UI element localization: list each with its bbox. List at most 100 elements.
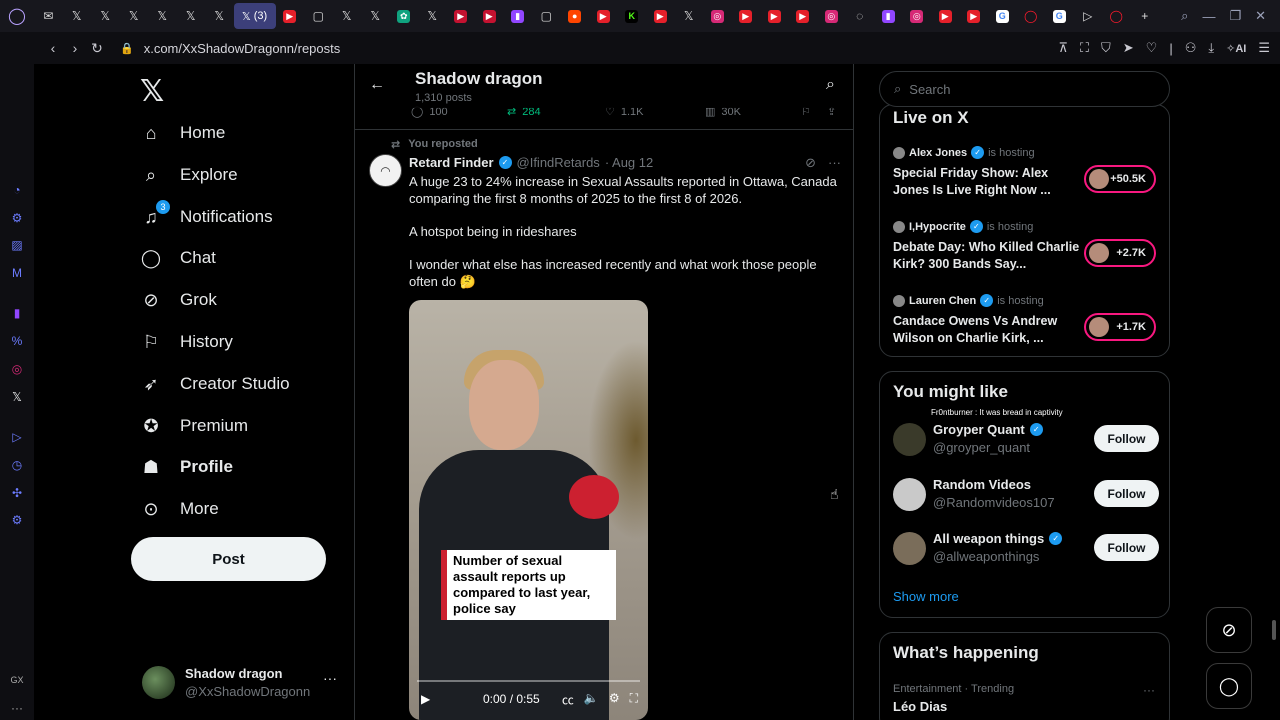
snapshot-icon[interactable]: ⛶ — [1080, 40, 1089, 56]
video-player[interactable]: Number of sexual assault reports up comp… — [409, 300, 648, 720]
more-dots-icon[interactable]: ··· — [323, 670, 337, 686]
grok-icon[interactable]: ⊘ — [805, 155, 816, 171]
nav-home[interactable]: ⌂ Home — [140, 112, 226, 154]
tab-chatgpt-icon[interactable]: ✿ — [390, 3, 419, 29]
tab-x-icon[interactable]: 𝕏 — [91, 3, 120, 29]
instagram-sidebar-icon[interactable]: ◎ — [9, 361, 25, 377]
tab-mail-icon[interactable]: ✉ — [34, 3, 63, 29]
player-icon[interactable]: ▷ — [9, 429, 25, 445]
tab-x-icon[interactable]: 𝕏 — [675, 3, 704, 29]
live-item[interactable]: Lauren Chen ✓ is hosting Candace Owens Vs … — [893, 294, 1159, 364]
tab-generic-icon[interactable]: ◌ — [846, 3, 875, 29]
nav-profile[interactable]: ☗ Profile — [140, 446, 233, 488]
search-icon[interactable]: ⌕ — [826, 76, 835, 94]
tweet[interactable]: ⇄ You reposted ◠ Retard Finder ✓ @IfindR… — [355, 134, 853, 720]
x-logo-icon[interactable]: 𝕏 — [140, 74, 164, 109]
tab-kick-icon[interactable]: K — [618, 3, 647, 29]
captions-icon[interactable]: ㏄ — [562, 691, 574, 708]
search-tabs-icon[interactable]: ⌕ — [1181, 8, 1188, 24]
pin-icon[interactable]: ⊼ — [1058, 40, 1068, 56]
x-sidebar-icon[interactable]: 𝕏 — [9, 389, 25, 405]
opera-gx-logo-icon[interactable]: ◯ — [0, 0, 34, 32]
suggested-user[interactable]: Groyper Quant ✓ @groyper_quant Follow — [893, 421, 1159, 461]
menu-icon[interactable]: ☰ — [1258, 40, 1270, 56]
tab-youtube-icon[interactable]: ▶ — [760, 3, 789, 29]
ai-button[interactable]: ✧AI — [1226, 42, 1246, 55]
listener-pill[interactable]: +2.7K — [1084, 239, 1156, 267]
new-tab-icon[interactable]: + — [1131, 3, 1160, 29]
messenger-icon[interactable]: M — [9, 265, 25, 281]
tab-x-icon[interactable]: 𝕏 — [361, 3, 390, 29]
follow-button[interactable]: Follow — [1094, 480, 1159, 507]
tab-youtube-icon[interactable]: ▶ — [960, 3, 989, 29]
history-icon[interactable]: ◷ — [9, 457, 25, 473]
tab-youtube-icon[interactable]: ▶ — [276, 3, 305, 29]
tab-doc-icon[interactable]: ▢ — [532, 3, 561, 29]
gx-control-icon[interactable]: ⚙ — [9, 210, 25, 226]
avatar[interactable]: ◠ — [369, 154, 402, 187]
tab-youtube-icon[interactable]: ▶ — [589, 3, 618, 29]
tab-google-icon[interactable]: G — [1045, 3, 1074, 29]
suggested-user[interactable]: All weapon things ✓ @allweaponthings Foll… — [893, 530, 1159, 570]
tab-twitch-icon[interactable]: ▮ — [504, 3, 533, 29]
nav-history[interactable]: ⚐ History — [140, 321, 233, 363]
fullscreen-icon[interactable]: ⛶ — [630, 691, 638, 708]
follow-button[interactable]: Follow — [1094, 425, 1159, 452]
close-window-icon[interactable]: ✕ — [1255, 8, 1266, 24]
tab-opera-icon[interactable]: ◯ — [1017, 3, 1046, 29]
nav-more[interactable]: ⊙ More — [140, 488, 218, 530]
live-item[interactable]: Alex Jones ✓ is hosting Special Friday Sho… — [893, 146, 1159, 216]
listener-pill[interactable]: +50.5K — [1084, 165, 1156, 193]
settings-icon[interactable]: ⚙ — [609, 691, 620, 708]
back-arrow-icon[interactable]: ← — [369, 76, 385, 94]
tab-x-icon[interactable]: 𝕏 — [177, 3, 206, 29]
tab-reddit-icon[interactable]: ● — [561, 3, 590, 29]
nav-creator-studio[interactable]: ➶ Creator Studio — [140, 363, 289, 405]
follow-button[interactable]: Follow — [1094, 534, 1159, 561]
tab-x-icon[interactable]: 𝕏 — [205, 3, 234, 29]
tab-play-icon[interactable]: ▶ — [475, 3, 504, 29]
tweet-date[interactable]: · Aug 12 — [605, 155, 653, 170]
url-field[interactable]: 🔒 x.com/XxShadowDragonn/reposts — [120, 41, 340, 56]
heart-icon[interactable]: ♡ — [1146, 40, 1158, 56]
tab-youtube-icon[interactable]: ▶ — [646, 3, 675, 29]
tab-play-icon[interactable]: ▶ — [447, 3, 476, 29]
maximize-icon[interactable]: ❐ — [1229, 8, 1241, 24]
tab-x-icon[interactable]: 𝕏 — [148, 3, 177, 29]
more-dots-icon[interactable]: ··· — [828, 155, 841, 171]
nav-explore[interactable]: ⌕ Explore — [140, 154, 238, 196]
volume-icon[interactable]: 🔈 — [584, 691, 599, 708]
listener-pill[interactable]: +1.7K — [1084, 313, 1156, 341]
shield-icon[interactable]: ⛉ — [1101, 40, 1111, 56]
extensions-icon[interactable]: ✣ — [9, 485, 25, 501]
forward-icon[interactable]: › — [64, 40, 86, 56]
back-icon[interactable]: ‹ — [42, 40, 64, 56]
gx-cleaner-icon[interactable]: ▨ — [9, 237, 25, 253]
tab-youtube-icon[interactable]: ▶ — [931, 3, 960, 29]
search-input[interactable]: ⌕ Search — [879, 71, 1170, 107]
settings-icon[interactable]: ⚙ — [9, 512, 25, 528]
gx-corner-icon[interactable]: ◔ — [9, 182, 25, 198]
play-icon[interactable]: ▶ — [421, 692, 430, 706]
tab-youtube-icon[interactable]: ▶ — [789, 3, 818, 29]
tab-opera-icon[interactable]: ◯ — [1102, 3, 1131, 29]
minimize-icon[interactable]: — — [1202, 9, 1215, 24]
tab-x-active[interactable]: 𝕏 (3) — [233, 3, 276, 29]
author-handle[interactable]: @IfindRetards — [517, 155, 600, 170]
nav-notifications[interactable]: ♫ 3 Notifications — [140, 196, 273, 238]
tab-instagram-icon[interactable]: ◎ — [817, 3, 846, 29]
post-button[interactable]: Post — [131, 537, 326, 581]
suggested-user[interactable]: Random Videos @Randomvideos107 Follow — [893, 476, 1159, 516]
percent-icon[interactable]: % — [9, 333, 25, 349]
twitch-sidebar-icon[interactable]: ▮ — [9, 305, 25, 321]
tab-instagram-icon[interactable]: ◎ — [903, 3, 932, 29]
tab-google-icon[interactable]: G — [988, 3, 1017, 29]
tab-twitch-icon[interactable]: ▮ — [874, 3, 903, 29]
download-icon[interactable]: ⤓ — [1208, 40, 1214, 56]
nav-chat[interactable]: ◯ Chat — [140, 237, 216, 279]
tab-play-store-icon[interactable]: ▷ — [1074, 3, 1103, 29]
grok-fab-icon[interactable]: ⊘ — [1206, 607, 1252, 653]
profile-icon[interactable]: ⚇ — [1185, 40, 1197, 56]
nav-premium[interactable]: ✪ Premium — [140, 405, 248, 447]
author-name[interactable]: Retard Finder — [409, 155, 494, 170]
